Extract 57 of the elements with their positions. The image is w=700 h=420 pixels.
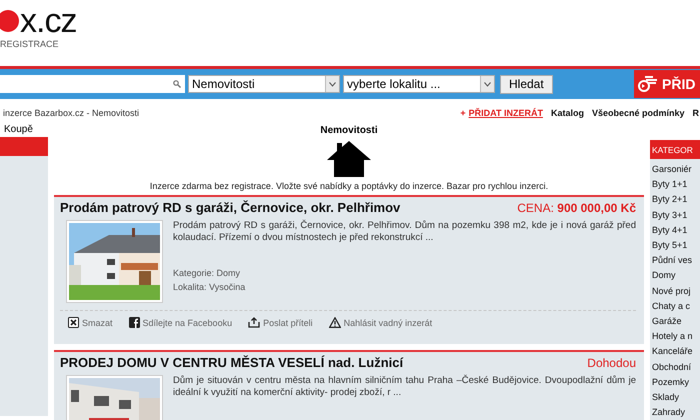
category-link[interactable]: Byty 4+1 — [652, 222, 700, 238]
category-link[interactable]: Byty 3+1 — [652, 208, 700, 223]
category-link[interactable]: Byty 1+1 — [652, 177, 700, 192]
search-field[interactable] — [0, 75, 185, 93]
nav-link[interactable]: Všeobecné podmínky — [592, 108, 684, 118]
category-link[interactable]: Domy — [652, 268, 700, 284]
search-icon — [173, 80, 181, 88]
close-icon — [68, 317, 79, 328]
category-select[interactable]: Nemovitosti — [188, 75, 340, 93]
category-link[interactable]: Nové proj — [652, 284, 700, 299]
logo-subtitle: REGISTRACE — [0, 39, 60, 49]
listing-description: Prodám patrový RD s garáži, Černovice, okr. Pelhřimov. Dům na pozemku 398 m2, kde je i nová garáž před kolaudací. Přízemí o dvou místnostech je před rekonstrukcí ... — [173, 220, 636, 244]
listing-title[interactable]: Prodám patrový RD s garáži, Černovice, okr. Pelhřimov — [60, 200, 400, 215]
listing-category: Kategorie: Domy — [173, 267, 242, 280]
send-icon — [248, 317, 260, 328]
nav-link[interactable]: Katalog — [550, 108, 584, 118]
category-link[interactable]: Sklady — [652, 390, 700, 406]
listing-price: CENA: 900 000,00 Kč — [517, 201, 636, 215]
caret-icon — [329, 82, 336, 86]
category-link[interactable]: Kanceláře — [652, 344, 700, 360]
listing-description: Dům je situován v centru města na hlavním silničním tahu Praha –České Budějovice. Dvoupodlažní dům je ideální k využití na komerční aktivity- prodej zboží, r ... — [173, 375, 636, 399]
hand-icon — [638, 75, 658, 93]
category-link[interactable]: Hotely a n — [652, 329, 700, 344]
sidebar-header — [0, 137, 48, 156]
listing-title[interactable]: PRODEJ DOMU V CENTRU MĚSTA VESELÍ nad. Lužnicí — [60, 355, 404, 370]
send-link[interactable]: Poslat příteli — [248, 317, 313, 328]
delete-link[interactable]: Smazat — [68, 317, 113, 328]
nav-link[interactable]: R — [692, 108, 699, 118]
category-link[interactable]: Byty 5+1 — [652, 238, 700, 254]
logo-text: x.cz — [20, 4, 76, 38]
locality-select[interactable]: vyberte lokalitu ... — [343, 75, 495, 93]
category-link[interactable]: Garsoniér — [652, 162, 700, 178]
category-link[interactable]: Chaty a c — [652, 298, 700, 314]
category-link[interactable]: Garáže — [652, 314, 700, 330]
category-link[interactable]: Byty 2+1 — [652, 192, 700, 208]
search-button[interactable]: Hledat — [500, 74, 553, 94]
facebook-link[interactable]: Sdílejte na Facebooku — [128, 317, 232, 328]
report-link[interactable]: Nahlásit vadný inzerát — [328, 317, 432, 328]
nav-link[interactable]: PŘIDAT INZERÁT — [468, 108, 543, 118]
breadcrumb: inzerce Bazarbox.cz - Nemovitosti — [3, 108, 140, 118]
plus-icon: + — [460, 108, 466, 118]
add-button[interactable]: PŘID — [634, 70, 700, 98]
categories-header: KATEGOR — [650, 140, 700, 159]
listing-price: Dohodou — [587, 356, 636, 370]
category-link[interactable]: Pozemky — [652, 374, 700, 390]
facebook-icon — [128, 317, 140, 328]
warning-icon — [328, 317, 341, 328]
menu-item[interactable]: Koupě — [4, 124, 48, 136]
category-link[interactable]: Obchodní — [652, 360, 700, 375]
section-title: Nemovitosti — [319, 125, 379, 136]
listing-locality: Lokalita: Vysočina — [173, 281, 246, 294]
category-link[interactable]: Zahrady — [652, 405, 700, 420]
intro-text: Inzerce zdarma bez registrace. Vložte své nabídky a poptávky do inzerce. Bazar pro rychlou inzerci. — [148, 181, 550, 191]
house-icon — [326, 140, 372, 178]
category-link[interactable]: Půdní ves — [652, 253, 700, 268]
caret-icon — [484, 82, 491, 86]
logo[interactable]: x.cz — [0, 4, 700, 38]
